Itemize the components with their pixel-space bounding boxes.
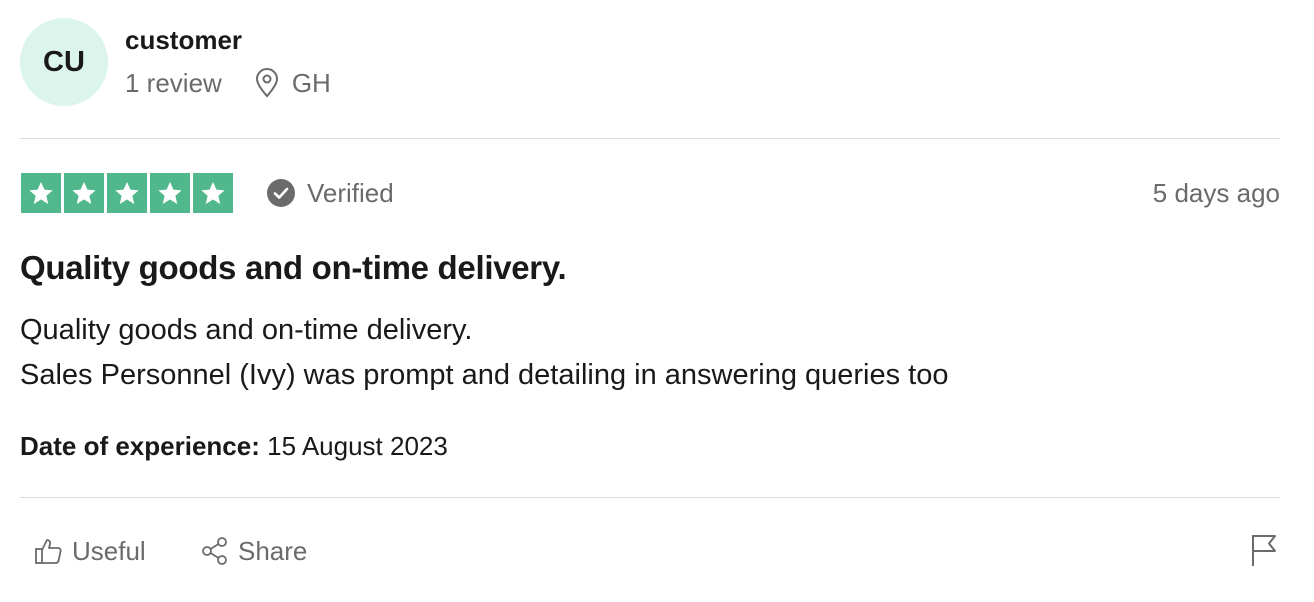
review-count: 1 review [125,68,222,98]
verified-check-icon [267,179,295,207]
star-icon [21,173,61,213]
useful-button[interactable]: Useful [34,531,146,571]
consumer-info: CU customer 1 review GH [20,18,620,106]
share-icon [200,536,230,566]
star-icon [107,173,147,213]
consumer-meta: 1 review GH [125,67,331,99]
star-icon [193,173,233,213]
review-body-line: Sales Personnel (Ivy) was prompt and det… [20,359,949,391]
flag-icon[interactable] [1250,533,1278,567]
review-date: 5 days ago [1152,178,1280,208]
share-button[interactable]: Share [200,531,307,571]
star-icon [150,173,190,213]
avatar[interactable]: CU [20,18,108,106]
divider [20,138,1280,139]
review-title[interactable]: Quality goods and on-time delivery. [20,247,567,289]
review-body: Quality goods and on-time delivery. Sale… [20,308,949,398]
location-pin-icon [254,68,280,98]
star-icon [64,173,104,213]
star-rating [21,173,233,213]
experience-label: Date of experience: [20,431,260,461]
divider [20,497,1280,498]
date-of-experience: Date of experience: 15 August 2023 [20,428,448,464]
consumer-location: GH [291,68,331,98]
share-label: Share [238,536,308,566]
rating-row: Verified 5 days ago [20,173,1280,213]
experience-date: 15 August 2023 [267,431,448,461]
verified-label: Verified [307,178,394,208]
avatar-initials: CU [43,45,85,78]
consumer-name[interactable]: customer [125,24,242,56]
thumbs-up-icon [34,536,64,566]
review-body-line: Quality goods and on-time delivery. [20,314,473,346]
review-actions: Useful Share [20,531,1280,575]
verified-badge[interactable]: Verified [267,175,394,211]
review-card: CU customer 1 review GH Verified 5 days … [20,0,1280,602]
useful-label: Useful [72,536,146,566]
